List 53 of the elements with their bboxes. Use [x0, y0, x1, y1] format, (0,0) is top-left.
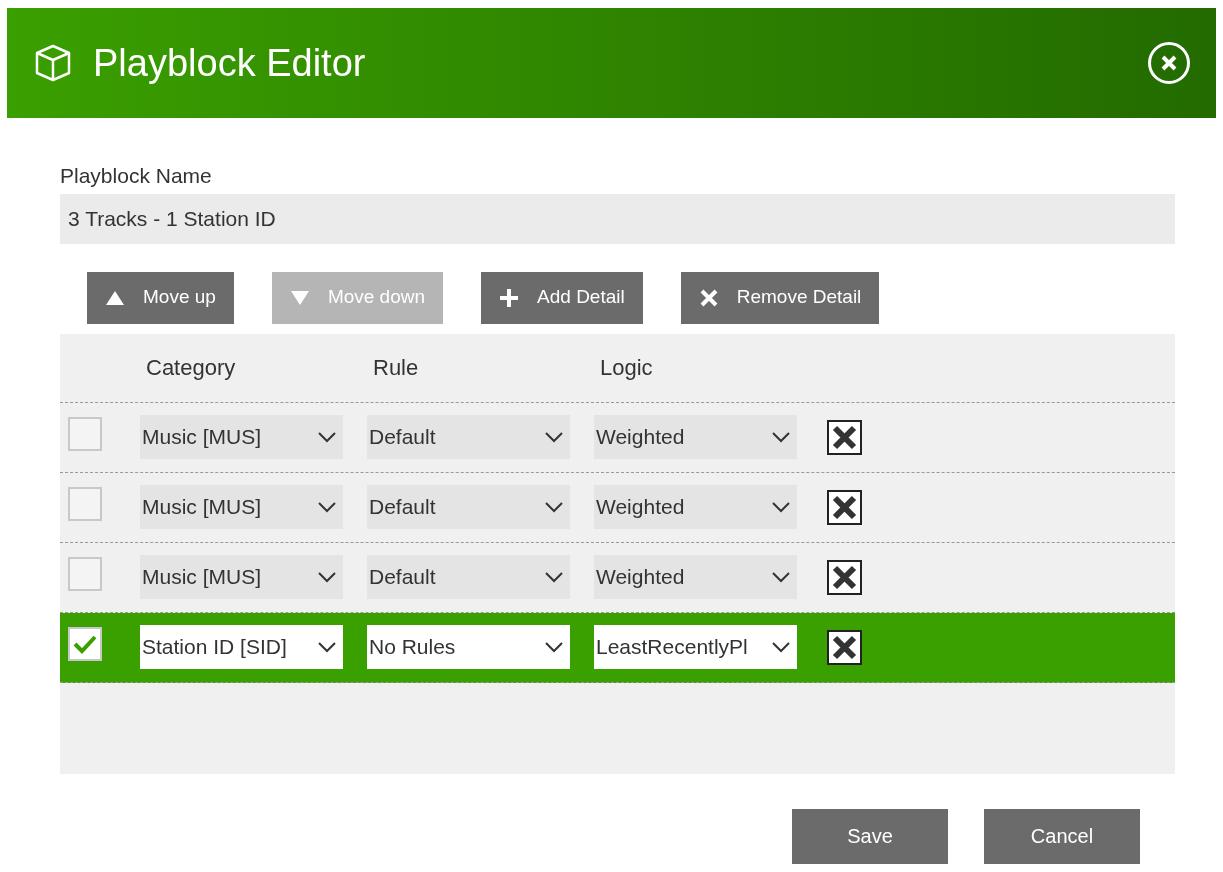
dropdown[interactable]: Music [MUS]: [140, 415, 343, 459]
dialog-button[interactable]: Cancel: [984, 808, 1140, 864]
delete-icon[interactable]: [827, 629, 862, 665]
table-row[interactable]: Music [MUS] Default Weighted: [60, 472, 1175, 543]
dropdown[interactable]: Music [MUS]: [140, 555, 343, 599]
checkbox[interactable]: [68, 626, 102, 661]
table-row[interactable]: Station ID [SID] No Rules LeastRecentlyPl: [60, 612, 1175, 683]
dropdown[interactable]: Weighted: [594, 485, 797, 529]
dropdown[interactable]: LeastRecentlyPl: [594, 625, 797, 669]
toolbar-button[interactable]: Move up: [87, 271, 234, 324]
chevron-down-icon: [771, 641, 791, 653]
toolbar-button[interactable]: Remove Detail: [680, 271, 880, 324]
checkbox[interactable]: [68, 556, 102, 591]
delete-icon[interactable]: [827, 419, 862, 455]
dropdown[interactable]: Music [MUS]: [140, 485, 343, 529]
dropdown[interactable]: Default: [367, 415, 570, 459]
field-label: Playblock Name: [60, 163, 213, 189]
dropdown[interactable]: Default: [367, 485, 570, 529]
delete-icon[interactable]: [827, 559, 862, 595]
chevron-down-icon: [771, 501, 791, 513]
table-row[interactable]: Music [MUS] Default Weighted: [60, 402, 1175, 473]
chevron-down-icon: [317, 501, 337, 513]
close-icon: [698, 287, 719, 308]
dropdown[interactable]: Default: [367, 555, 570, 599]
chevron-down-icon: [544, 501, 564, 513]
dropdown[interactable]: Station ID [SID]: [140, 625, 343, 669]
dropdown[interactable]: No Rules: [367, 625, 570, 669]
column-header: Rule: [373, 355, 419, 380]
column-header: Logic: [600, 355, 653, 380]
chevron-down-icon: [317, 431, 337, 443]
dropdown[interactable]: Weighted: [594, 415, 797, 459]
chevron-down-icon: [317, 641, 337, 653]
cube-icon: [33, 43, 73, 83]
chevron-down-icon: [317, 571, 337, 583]
column-header: Category: [146, 355, 236, 380]
chevron-down-icon: [771, 571, 791, 583]
checkbox[interactable]: [68, 416, 102, 451]
chevron-down-icon: [544, 571, 564, 583]
delete-icon[interactable]: [827, 489, 862, 525]
close-icon: [1160, 54, 1178, 72]
dropdown[interactable]: Weighted: [594, 555, 797, 599]
close-button[interactable]: [1148, 42, 1190, 84]
toolbar-button[interactable]: Add Detail: [481, 271, 643, 324]
chevron-down-icon: [771, 431, 791, 443]
plus-icon: [499, 287, 520, 308]
name-field[interactable]: 3 Tracks - 1 Station ID: [60, 193, 1175, 244]
chevron-down-icon: [544, 641, 564, 653]
dialog-button[interactable]: Save: [792, 808, 948, 864]
checkbox[interactable]: [68, 486, 102, 521]
table-row[interactable]: Music [MUS] Default Weighted: [60, 542, 1175, 613]
window-title: Playblock Editor: [93, 40, 366, 86]
checkmark-icon: [73, 633, 97, 654]
chevron-down-icon: [544, 431, 564, 443]
